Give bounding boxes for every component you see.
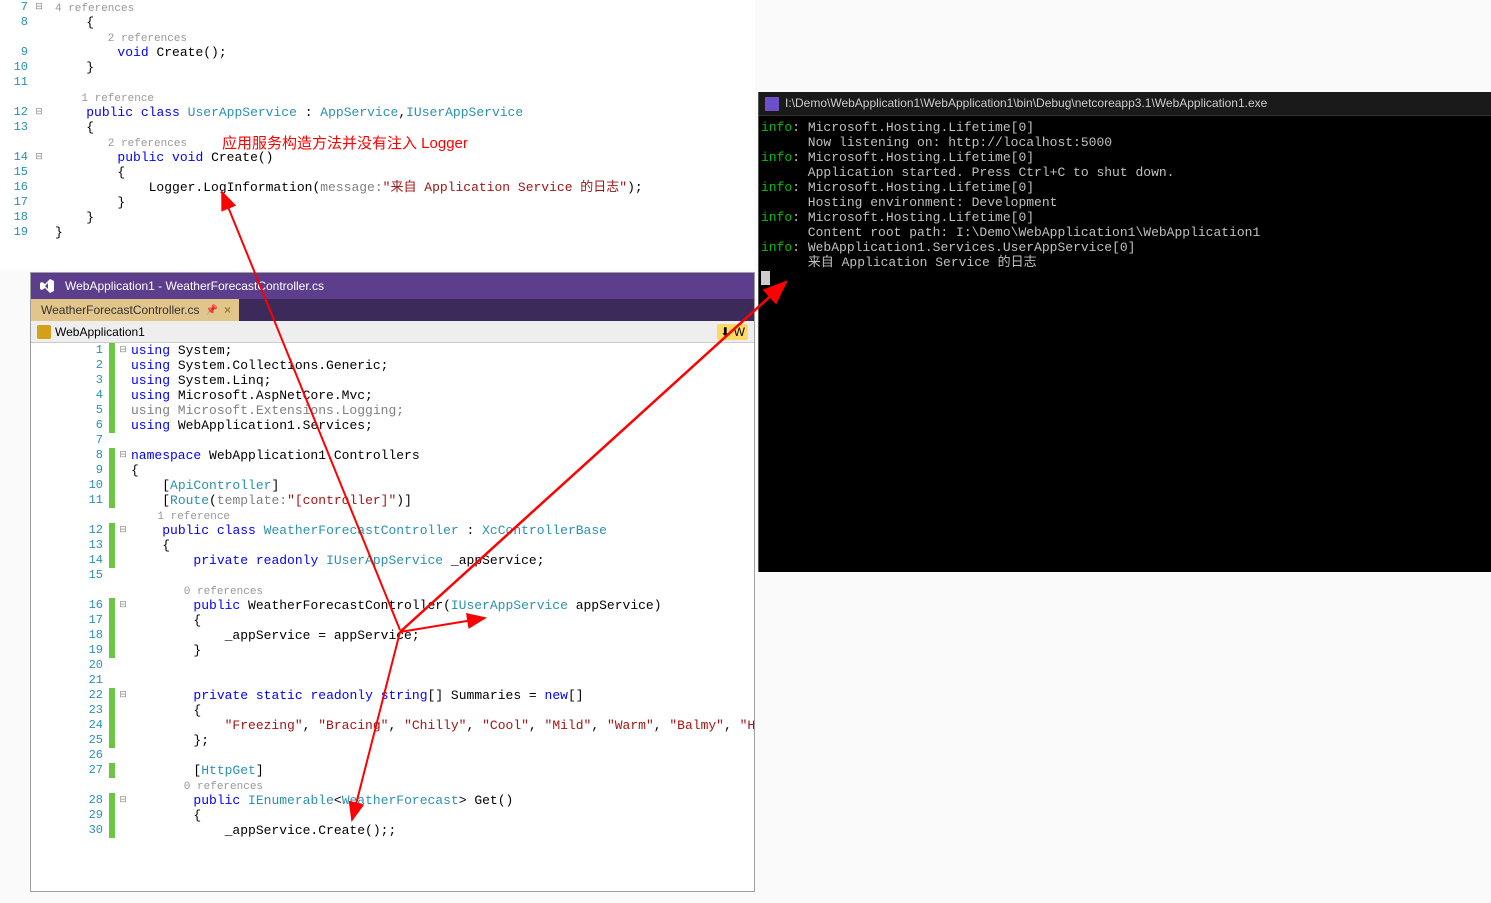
nav-project: WebApplication1 [55, 325, 145, 339]
pin-icon[interactable]: 📌 [206, 305, 218, 316]
change-margin [109, 343, 115, 838]
annotation-1: 应用服务构造方法并没有注入 Logger [222, 132, 468, 153]
line-number-gutter-2: 1234567891011121314151617181920212223242… [79, 343, 107, 838]
code-content-bottom[interactable]: using System;using System.Collections.Ge… [131, 343, 754, 838]
fold-column[interactable]: ⊟⊟⊟ [32, 0, 46, 240]
console-body[interactable]: info: Microsoft.Hosting.Lifetime[0] Now … [759, 116, 1491, 289]
code-content-top[interactable]: 4 references { 2 references void Create(… [55, 0, 643, 240]
navigation-bar[interactable]: WebApplication1 ⬇ W [31, 321, 754, 343]
vs-titlebar[interactable]: WebApplication1 - WeatherForecastControl… [31, 273, 754, 299]
vs-logo-icon [39, 278, 55, 294]
console-title-text: I:\Demo\WebApplication1\WebApplication1\… [785, 96, 1267, 111]
vs-window: WebApplication1 - WeatherForecastControl… [30, 272, 755, 892]
tab-label: WeatherForecastController.cs [41, 303, 200, 317]
console-titlebar[interactable]: I:\Demo\WebApplication1\WebApplication1\… [759, 92, 1491, 116]
vs-title-text: WebApplication1 - WeatherForecastControl… [65, 279, 324, 293]
vs-tabstrip[interactable]: WeatherForecastController.cs 📌 × [31, 299, 754, 321]
console-window[interactable]: I:\Demo\WebApplication1\WebApplication1\… [758, 92, 1491, 572]
nav-right-icon: ⬇ W [717, 324, 748, 340]
line-number-gutter: 78910111213141516171819 [0, 0, 32, 240]
code-editor-bottom[interactable]: 1234567891011121314151617181920212223242… [31, 343, 754, 903]
fold-column-2[interactable]: ⊟⊟⊟⊟⊟⊟ [116, 343, 130, 838]
project-icon [37, 325, 51, 339]
close-icon[interactable]: × [224, 303, 231, 317]
tab-weatherforecast[interactable]: WeatherForecastController.cs 📌 × [31, 299, 239, 321]
console-icon [765, 97, 779, 111]
